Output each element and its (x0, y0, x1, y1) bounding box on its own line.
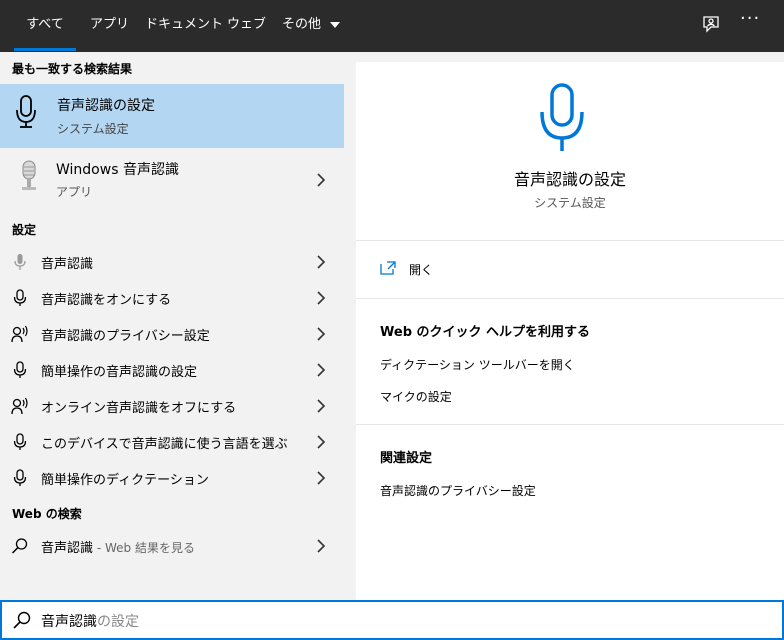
search-icon (13, 611, 31, 629)
chevron-right-icon (317, 173, 326, 187)
best-match-item[interactable]: 音声認識の設定 システム設定 (0, 84, 344, 148)
person-voice-icon (11, 397, 28, 415)
caret-down-icon (330, 21, 341, 28)
settings-item-label: オンライン音声認識をオフにする (41, 401, 237, 416)
web-search-suffix: - Web 結果を見る (93, 541, 195, 555)
tab-web-label: ウェブ (227, 17, 267, 32)
more-options-icon[interactable]: ··· (740, 8, 760, 29)
search-icon (11, 538, 28, 554)
microphone-icon (13, 361, 27, 378)
best-match-heading: 最も一致する検索結果 (12, 62, 133, 76)
settings-item-label: 音声認識のプライバシー設定 (41, 329, 210, 344)
web-search-query: 音声認識 (41, 541, 94, 556)
settings-item-speech-language[interactable]: このデバイスで音声認識に使う言語を選ぶ (0, 424, 344, 460)
settings-item-label: 音声認識をオンにする (41, 293, 172, 308)
divider (356, 240, 784, 241)
search-box[interactable]: 音声認識の設定 (0, 600, 784, 640)
search-input[interactable]: 音声認識の設定 (41, 611, 139, 631)
tab-more-label: その他 (282, 17, 322, 32)
divider (356, 298, 784, 299)
settings-item-label: 簡単操作の音声認識の設定 (41, 365, 198, 380)
chevron-right-icon (317, 363, 326, 377)
preview-panel: 音声認識の設定 システム設定 開く Web のクイック ヘルプを利用する ディク… (356, 62, 784, 600)
tab-all[interactable]: すべて (14, 0, 76, 52)
tab-all-label: すべて (26, 17, 64, 32)
settings-item-turn-on-speech[interactable]: 音声認識をオンにする (0, 280, 344, 316)
related-link-speech-privacy[interactable]: 音声認識のプライバシー設定 (380, 482, 536, 499)
search-typed-text: 音声認識 (41, 614, 97, 630)
open-external-icon (380, 261, 396, 275)
tab-apps[interactable]: アプリ (90, 0, 129, 52)
settings-item-ease-speech[interactable]: 簡単操作の音声認識の設定 (0, 352, 344, 388)
tab-apps-label: アプリ (90, 17, 130, 32)
best-match-title: 音声認識の設定 (57, 98, 155, 114)
settings-heading: 設定 (12, 223, 37, 237)
open-label: 開く (409, 263, 434, 277)
settings-item-online-speech-off[interactable]: オンライン音声認識をオフにする (0, 388, 344, 424)
results-panel: 最も一致する検索結果 音声認識の設定 システム設定 Windows 音声認識 ア… (0, 52, 344, 600)
chevron-right-icon (317, 471, 326, 485)
tab-web[interactable]: ウェブ (227, 0, 266, 52)
app-title: Windows 音声認識 (56, 162, 179, 178)
web-search-label: 音声認識 - Web 結果を見る (41, 537, 195, 556)
quick-help-link-dictation-toolbar[interactable]: ディクテーション ツールバーを開く (380, 356, 575, 373)
web-search-item[interactable]: 音声認識 - Web 結果を見る (0, 528, 344, 564)
app-item-windows-speech[interactable]: Windows 音声認識 アプリ (0, 152, 344, 212)
preview-subtitle: システム設定 (534, 196, 606, 210)
settings-item-speech-privacy[interactable]: 音声認識のプライバシー設定 (0, 316, 344, 352)
chevron-right-icon (317, 539, 326, 553)
settings-item-label: このデバイスで音声認識に使う言語を選ぶ (41, 437, 288, 452)
tab-documents[interactable]: ドキュメント (145, 0, 223, 52)
chevron-right-icon (317, 291, 326, 305)
microphone-icon (13, 289, 27, 306)
quick-help-heading: Web のクイック ヘルプを利用する (380, 325, 591, 340)
chevron-right-icon (317, 399, 326, 413)
related-settings-heading: 関連設定 (380, 451, 433, 466)
microphone-icon (16, 95, 36, 128)
settings-item-label: 音声認識 (41, 257, 94, 272)
microphone-icon (13, 469, 27, 486)
chevron-right-icon (317, 255, 326, 269)
quick-help-link-mic-settings[interactable]: マイクの設定 (380, 388, 452, 405)
best-match-subtitle: システム設定 (57, 122, 129, 136)
settings-item-speech-recognition[interactable]: 音声認識 (0, 244, 344, 280)
tab-documents-label: ドキュメント (145, 17, 224, 32)
settings-item-label: 簡単操作のディクテーション (41, 473, 209, 488)
studio-microphone-icon (22, 160, 36, 190)
tab-more[interactable]: その他 (282, 0, 341, 52)
chevron-right-icon (317, 327, 326, 341)
microphone-large-icon (540, 83, 584, 151)
app-subtitle: アプリ (56, 185, 93, 199)
person-voice-icon (11, 325, 28, 343)
chevron-right-icon (317, 435, 326, 449)
web-search-heading: Web の検索 (12, 507, 82, 521)
microphone-icon (13, 433, 27, 450)
top-nav-bar: すべて アプリ ドキュメント ウェブ その他 ··· (0, 0, 784, 52)
preview-title: 音声認識の設定 (513, 170, 626, 189)
settings-item-ease-dictation[interactable]: 簡単操作のディクテーション (0, 460, 344, 496)
feedback-icon[interactable] (700, 14, 722, 36)
search-autocomplete: の設定 (97, 614, 139, 630)
divider (356, 424, 784, 425)
microphone-sm-icon (14, 254, 26, 270)
